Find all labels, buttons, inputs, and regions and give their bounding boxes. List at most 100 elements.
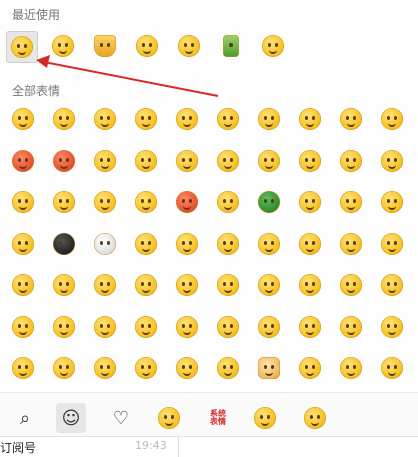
emoji-cell-r2c3[interactable]: [131, 187, 161, 217]
emoji-cell-r1c6[interactable]: [254, 146, 284, 176]
emoji-cell-r1c0[interactable]: [8, 146, 38, 176]
emoji-cell-r6c1[interactable]: [49, 353, 79, 383]
emoji-cell-r2c1[interactable]: [49, 187, 79, 217]
emoji-cell-r4c0[interactable]: [8, 270, 38, 300]
emoji-thumbs-up[interactable]: [216, 31, 246, 61]
emoji-cell-r6c6[interactable]: [254, 353, 284, 383]
emoji-cell-r1c7[interactable]: [295, 146, 325, 176]
emoji-pray[interactable]: [90, 31, 120, 61]
favorites-heart-icon[interactable]: ♡: [106, 403, 136, 433]
emoji-cell-r2c8[interactable]: [336, 187, 366, 217]
emoji-cell-r0c0-icon: [12, 108, 34, 130]
emoji-cell-r4c7[interactable]: [295, 270, 325, 300]
emoji-cell-r4c5[interactable]: [213, 270, 243, 300]
emoji-cell-r5c0[interactable]: [8, 312, 38, 342]
emoji-cell-r3c2[interactable]: [90, 229, 120, 259]
emoji-cell-r5c0-icon: [12, 315, 34, 338]
emoji-cell-r1c4[interactable]: [172, 146, 202, 176]
emoji-laugh-cry[interactable]: [6, 31, 38, 63]
emoji-cell-r1c5[interactable]: [213, 146, 243, 176]
emoji-cell-r5c5[interactable]: [213, 312, 243, 342]
emoji-cell-r5c9[interactable]: [377, 312, 407, 342]
sticker-pack-2-icon[interactable]: [250, 403, 280, 433]
emoji-cell-r0c7[interactable]: [295, 104, 325, 134]
emoji-cell-r0c6[interactable]: [254, 104, 284, 134]
emoji-cell-r2c7[interactable]: [295, 187, 325, 217]
emoji-cell-r0c5[interactable]: [213, 104, 243, 134]
emoji-cell-r6c0-icon: [12, 357, 34, 379]
emoji-cell-r5c7[interactable]: [295, 312, 325, 342]
emoji-cell-r6c8[interactable]: [336, 353, 366, 383]
emoji-cell-r0c9[interactable]: [377, 104, 407, 134]
emoji-cell-r2c4[interactable]: [172, 187, 202, 217]
emoji-cell-r5c2[interactable]: [90, 312, 120, 342]
emoji-cell-r5c1[interactable]: [49, 312, 79, 342]
search-icon[interactable]: ⌕: [10, 403, 40, 433]
sticker-text-pack-icon[interactable]: 系统 表情: [203, 403, 233, 433]
emoji-cell-r1c1[interactable]: [49, 146, 79, 176]
emoji-cell-r2c5[interactable]: [213, 187, 243, 217]
emoji-cell-r6c7[interactable]: [295, 353, 325, 383]
emoji-cell-r0c8[interactable]: [336, 104, 366, 134]
sticker-pack-icon[interactable]: [154, 403, 184, 433]
emoji-cell-r5c8[interactable]: [336, 312, 366, 342]
emoji-cell-r3c3[interactable]: [131, 229, 161, 259]
emoji-cell-r5c3[interactable]: [131, 312, 161, 342]
emoji-cell-r3c5[interactable]: [213, 229, 243, 259]
emoji-cell-r5c6[interactable]: [254, 312, 284, 342]
emoji-cell-r1c2[interactable]: [90, 146, 120, 176]
emoji-cry[interactable]: [132, 31, 162, 61]
emoji-cell-r3c9[interactable]: [377, 229, 407, 259]
emoji-cell-r4c4[interactable]: [172, 270, 202, 300]
emoji-cell-r0c3[interactable]: [131, 104, 161, 134]
subscription-label[interactable]: 订阅号: [0, 439, 36, 456]
emoji-cell-r3c1[interactable]: [49, 229, 79, 259]
emoji-cell-r0c1[interactable]: [49, 104, 79, 134]
emoji-cell-r3c8-icon: [340, 232, 362, 255]
sticker-pack-3-icon[interactable]: [300, 403, 330, 433]
chat-footer: 订阅号 19:43: [0, 436, 418, 457]
emoji-cell-r0c7-icon: [299, 108, 321, 130]
emoji-cell-r3c8[interactable]: [336, 229, 366, 259]
emoji-cell-r4c3[interactable]: [131, 270, 161, 300]
emoji-cell-r4c2[interactable]: [90, 270, 120, 300]
emoji-cell-r0c0[interactable]: [8, 104, 38, 134]
emoji-cell-r4c9[interactable]: [377, 270, 407, 300]
emoji-cell-r6c2[interactable]: [90, 353, 120, 383]
emoji-cell-r0c2[interactable]: [90, 104, 120, 134]
emoji-cell-r1c9[interactable]: [377, 146, 407, 176]
emoji-cell-r4c8[interactable]: [336, 270, 366, 300]
emoji-cell-r6c9[interactable]: [377, 353, 407, 383]
emoji-cell-r6c0[interactable]: [8, 353, 38, 383]
emoji-cell-r1c3[interactable]: [131, 146, 161, 176]
emoji-cell-r0c4[interactable]: [172, 104, 202, 134]
emoji-cell-r1c0-icon: [12, 149, 34, 172]
emoji-cell-r2c6[interactable]: [254, 187, 284, 217]
smiley-tab-icon[interactable]: ☺: [56, 403, 86, 433]
emoji-cell-r3c6[interactable]: [254, 229, 284, 259]
emoji-picker-panel: 最近使用 全部表情 ⌕ ☺ ♡ 系统 表情 订阅号 19:43: [0, 0, 418, 457]
emoji-cell-r3c5-icon: [217, 232, 239, 255]
emoji-cell-r5c4[interactable]: [172, 312, 202, 342]
sticker-pack-2-icon-face: [250, 403, 280, 433]
emoji-cell-r4c6[interactable]: [254, 270, 284, 300]
emoji-cell-r6c4[interactable]: [172, 353, 202, 383]
emoji-cell-r4c1[interactable]: [49, 270, 79, 300]
emoji-cell-r2c9[interactable]: [377, 187, 407, 217]
emoji-cell-r2c0[interactable]: [8, 187, 38, 217]
emoji-cell-r4c9-icon: [381, 274, 403, 296]
emoji-cell-r2c2[interactable]: [90, 187, 120, 217]
emoji-cell-r2c1-icon: [53, 191, 75, 213]
emoji-cell-r3c0[interactable]: [8, 229, 38, 259]
emoji-cell-r2c6-icon: [258, 191, 280, 213]
emoji-facepalm[interactable]: [174, 31, 204, 61]
emoji-smirk[interactable]: [48, 31, 78, 61]
recent-section-title: 最近使用: [12, 8, 61, 22]
emoji-cell-r6c9-icon: [381, 357, 403, 379]
emoji-cell-r6c5[interactable]: [213, 353, 243, 383]
emoji-cell-r3c7[interactable]: [295, 229, 325, 259]
emoji-cell-r6c3[interactable]: [131, 353, 161, 383]
emoji-cell-r1c8[interactable]: [336, 146, 366, 176]
emoji-cell-r3c4[interactable]: [172, 229, 202, 259]
emoji-frown[interactable]: [258, 31, 288, 61]
